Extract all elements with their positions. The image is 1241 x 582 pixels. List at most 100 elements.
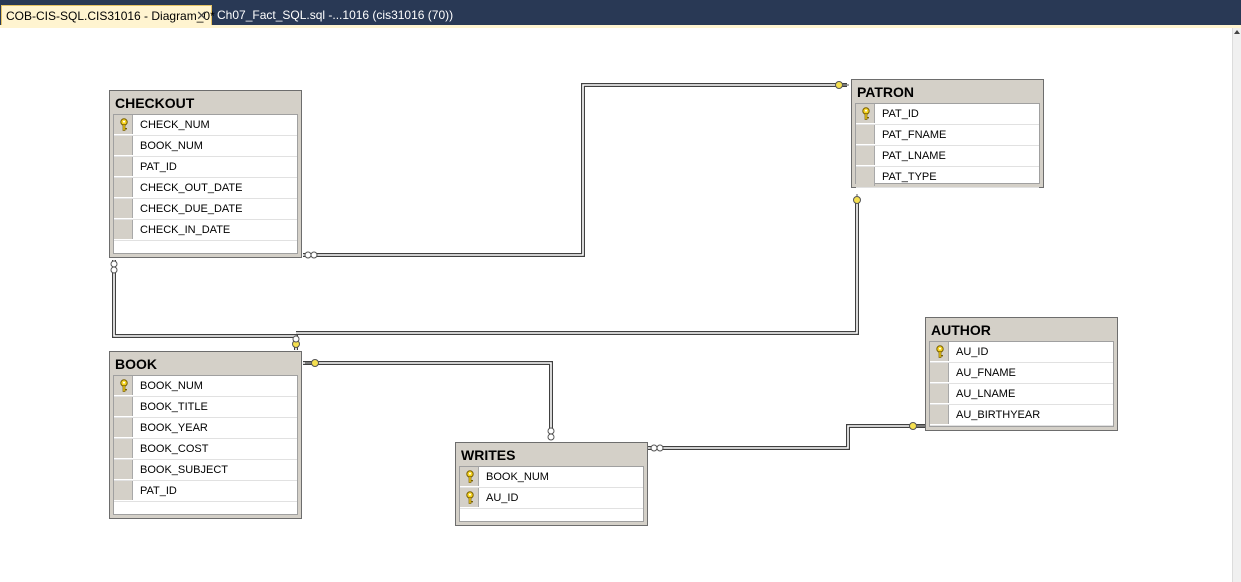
row-selector[interactable]: [856, 125, 875, 144]
key-end-icon: [853, 194, 861, 204]
infinity-end-icon: [110, 260, 118, 274]
column-row[interactable]: PAT_TYPE: [856, 167, 1039, 188]
column-name: AU_ID: [486, 492, 519, 504]
column-row[interactable]: AU_ID: [930, 342, 1113, 363]
column-row[interactable]: PAT_FNAME: [856, 125, 1039, 146]
column-row[interactable]: CHECK_DUE_DATE: [114, 199, 297, 220]
column-row[interactable]: PAT_ID: [114, 481, 297, 502]
column-row[interactable]: BOOK_NUM: [114, 376, 297, 397]
link-checkout-patron: [303, 83, 847, 257]
table-checkout[interactable]: CHECKOUT CHECK_NUM BOOK_NUM PAT_ID CHECK_OU…: [109, 90, 302, 258]
key-icon: [466, 491, 474, 504]
row-selector[interactable]: [114, 418, 133, 437]
row-selector[interactable]: [930, 405, 949, 424]
row-selector[interactable]: [460, 488, 479, 507]
column-name: PAT_TYPE: [882, 171, 937, 183]
column-row[interactable]: BOOK_TITLE: [114, 397, 297, 418]
column-row[interactable]: BOOK_NUM: [114, 136, 297, 157]
column-row[interactable]: AU_BIRTHYEAR: [930, 405, 1113, 426]
column-name: PAT_ID: [140, 485, 177, 497]
row-selector[interactable]: [460, 467, 479, 486]
column-row[interactable]: CHECK_IN_DATE: [114, 220, 297, 241]
column-list: CHECK_NUM BOOK_NUM PAT_ID CHECK_OUT_DATE CHE…: [113, 114, 298, 254]
tab-diagram[interactable]: COB-CIS-SQL.CIS31016 - Diagram_0* ✕: [1, 5, 215, 26]
key-icon: [466, 470, 474, 483]
column-name: CHECK_NUM: [140, 119, 210, 131]
column-name: AU_FNAME: [956, 367, 1016, 379]
link-book-patron: [296, 198, 859, 335]
row-selector[interactable]: [114, 376, 133, 395]
column-row[interactable]: AU_FNAME: [930, 363, 1113, 384]
column-row[interactable]: PAT_LNAME: [856, 146, 1039, 167]
column-row[interactable]: PAT_ID: [114, 157, 297, 178]
scroll-up-arrow-icon[interactable]: [1234, 30, 1240, 34]
column-name: BOOK_NUM: [486, 471, 549, 483]
link-writes-book: [303, 361, 553, 440]
tab-sql-query[interactable]: Ch07_Fact_SQL.sql -...1016 (cis31016 (70…: [213, 5, 473, 26]
table-title: WRITES: [461, 447, 516, 463]
column-row[interactable]: AU_ID: [460, 488, 643, 509]
row-selector[interactable]: [114, 157, 133, 176]
column-name: BOOK_COST: [140, 443, 209, 455]
column-name: PAT_LNAME: [882, 150, 946, 162]
table-title: PATRON: [857, 84, 915, 100]
row-selector[interactable]: [114, 481, 133, 500]
column-name: BOOK_SUBJECT: [140, 464, 229, 476]
column-name: BOOK_NUM: [140, 140, 203, 152]
column-row[interactable]: BOOK_SUBJECT: [114, 460, 297, 481]
row-selector[interactable]: [114, 136, 133, 155]
column-list: BOOK_NUM AU_ID: [459, 466, 644, 522]
column-row[interactable]: BOOK_YEAR: [114, 418, 297, 439]
column-list: AU_ID AU_FNAME AU_LNAME AU_BIRTHYEAR: [929, 341, 1114, 427]
row-selector[interactable]: [114, 115, 133, 134]
row-selector[interactable]: [114, 439, 133, 458]
row-selector[interactable]: [114, 220, 133, 239]
infinity-end-icon: [650, 444, 664, 452]
table-title: AUTHOR: [931, 322, 991, 338]
infinity-end-icon: [292, 335, 300, 343]
column-name: CHECK_DUE_DATE: [140, 203, 243, 215]
table-writes[interactable]: WRITES BOOK_NUM AU_ID: [455, 442, 648, 526]
table-patron[interactable]: PATRON PAT_ID PAT_FNAME PAT_LNAME PAT_TYPE: [851, 79, 1044, 188]
column-list: BOOK_NUM BOOK_TITLE BOOK_YEAR BOOK_COST BOOK…: [113, 375, 298, 515]
infinity-end-icon: [304, 251, 318, 259]
document-tab-bar: COB-CIS-SQL.CIS31016 - Diagram_0* ✕ Ch07…: [0, 0, 1241, 26]
row-selector[interactable]: [114, 460, 133, 479]
key-icon: [120, 379, 128, 392]
column-name: PAT_FNAME: [882, 129, 947, 141]
row-selector[interactable]: [930, 363, 949, 382]
key-end-icon: [305, 359, 319, 367]
row-selector[interactable]: [930, 342, 949, 361]
column-name: BOOK_YEAR: [140, 422, 208, 434]
key-end-icon: [835, 81, 849, 89]
row-selector[interactable]: [114, 199, 133, 218]
row-selector[interactable]: [856, 146, 875, 165]
key-icon: [862, 107, 870, 120]
diagram-canvas[interactable]: CHECKOUT CHECK_NUM BOOK_NUM PAT_ID CHECK_OU…: [0, 28, 1232, 582]
column-row[interactable]: CHECK_NUM: [114, 115, 297, 136]
row-selector[interactable]: [114, 397, 133, 416]
column-row[interactable]: CHECK_OUT_DATE: [114, 178, 297, 199]
column-name: PAT_ID: [882, 108, 919, 120]
row-selector[interactable]: [114, 178, 133, 197]
column-name: AU_BIRTHYEAR: [956, 409, 1041, 421]
column-row[interactable]: AU_LNAME: [930, 384, 1113, 405]
column-name: CHECK_IN_DATE: [140, 224, 231, 236]
column-name: AU_ID: [956, 346, 989, 358]
row-selector[interactable]: [856, 104, 875, 123]
close-icon[interactable]: ✕: [196, 6, 207, 26]
column-row[interactable]: BOOK_COST: [114, 439, 297, 460]
column-name: CHECK_OUT_DATE: [140, 182, 243, 194]
key-end-icon: [909, 422, 925, 430]
column-row[interactable]: PAT_ID: [856, 104, 1039, 125]
column-row[interactable]: BOOK_NUM: [460, 467, 643, 488]
key-icon: [120, 118, 128, 131]
table-book[interactable]: BOOK BOOK_NUM BOOK_TITLE BOOK_YEAR BOOK_COS…: [109, 351, 302, 519]
column-list: PAT_ID PAT_FNAME PAT_LNAME PAT_TYPE: [855, 103, 1040, 188]
row-selector[interactable]: [856, 167, 875, 186]
tab-sql-query-label: Ch07_Fact_SQL.sql -...1016 (cis31016 (70…: [217, 8, 454, 22]
table-author[interactable]: AUTHOR AU_ID AU_FNAME AU_LNAME AU_BIRTHYEAR: [925, 317, 1118, 431]
row-selector[interactable]: [930, 384, 949, 403]
vertical-scrollbar[interactable]: [1232, 28, 1241, 582]
column-name: BOOK_TITLE: [140, 401, 208, 413]
